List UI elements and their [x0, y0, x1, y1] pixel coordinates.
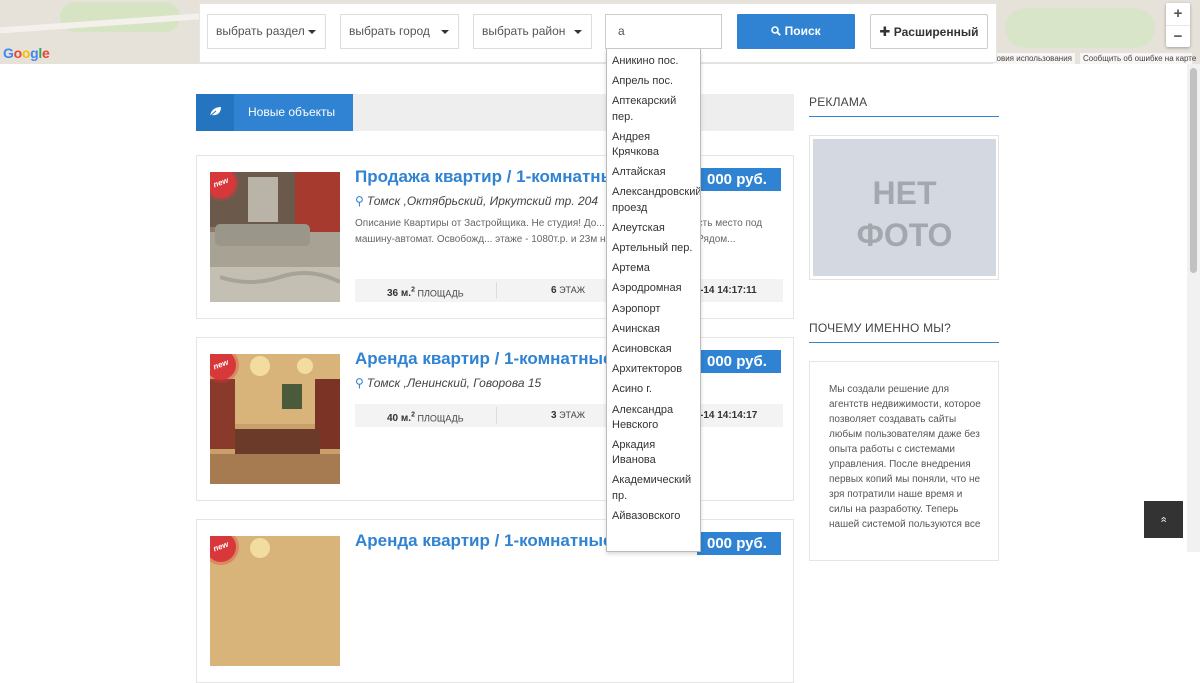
listing-price: 000 руб. [697, 168, 781, 191]
listing-stats: 40 м.2 ПЛОЩАДЬ 3 ЭТАЖ -14 14:14:17 [355, 404, 783, 427]
autocomplete-item[interactable]: Андрея Крячкова [612, 130, 700, 165]
autocomplete-item[interactable]: Александра Невского [612, 403, 700, 438]
autocomplete-item[interactable]: Артельный пер. [612, 241, 700, 261]
listing-card[interactable]: new Продажа квартир / 1-комнатные 000 ру… [196, 155, 794, 319]
stat-floor: 6 ЭТАЖ [551, 285, 586, 296]
autocomplete-item[interactable]: Алеутская [612, 221, 700, 241]
listing-photo[interactable]: new [210, 536, 340, 666]
autocomplete-item[interactable]: Асино г. [612, 382, 700, 402]
autocomplete-item[interactable]: Асиновская [612, 342, 700, 362]
tab-new-objects-label: Новые объекты [248, 105, 336, 119]
why-us-heading: ПОЧЕМУ ИМЕННО МЫ? [809, 321, 951, 335]
tab-new-objects[interactable]: Новые объекты [196, 94, 353, 131]
listing-address: ⚲ Томск ,Ленинский, Говорова 15 [355, 376, 542, 390]
stat-area: 36 м.2 ПЛОЩАДЬ [387, 287, 464, 300]
leaf-icon [196, 94, 234, 131]
autocomplete-item[interactable]: Айвазовского [612, 509, 700, 529]
city-select-value: выбрать город [349, 24, 430, 38]
stat-date: -14 14:17:11 [700, 285, 757, 296]
zoom-out-button[interactable]: − [1166, 25, 1190, 47]
listing-photo[interactable]: new [210, 172, 340, 302]
listing-tabs: Новые объекты [196, 94, 794, 131]
district-select-value: выбрать район [482, 24, 566, 38]
listing-card[interactable]: new Аренда квартир / 1-комнатные 000 руб… [196, 337, 794, 501]
listing-title[interactable]: Аренда квартир / 1-комнатные [355, 531, 612, 551]
autocomplete-item[interactable]: Артема [612, 261, 700, 281]
listing-title[interactable]: Аренда квартир / 1-комнатные [355, 349, 612, 369]
map-park [1005, 8, 1155, 48]
search-button[interactable]: Поиск [737, 14, 855, 49]
chevron-up-icon: « [1158, 516, 1170, 523]
stat-divider [496, 282, 497, 299]
autocomplete-item[interactable]: Александровский проезд [612, 185, 700, 220]
autocomplete-item[interactable]: Алтайская [612, 165, 700, 185]
section-select[interactable]: выбрать раздел [207, 14, 326, 49]
autocomplete-item[interactable]: Аэродромная [612, 281, 700, 301]
map-zoom-control: + − [1166, 3, 1190, 47]
street-autocomplete-list: Аникино пос. Апрель пос. Аптекарский пер. А… [606, 49, 701, 552]
autocomplete-item[interactable]: Аркадия Иванова [612, 438, 700, 473]
autocomplete-item[interactable]: Аэропорт [612, 302, 700, 322]
map-marker-icon: ⚲ [355, 376, 364, 390]
advanced-search-button[interactable]: ✚ Расширенный [870, 14, 988, 49]
back-to-top-button[interactable]: « [1144, 501, 1183, 538]
stat-floor: 3 ЭТАЖ [551, 410, 586, 421]
listing-photo[interactable]: new [210, 354, 340, 484]
heading-underline [809, 116, 999, 117]
autocomplete-item[interactable]: Апрель пос. [612, 74, 700, 94]
autocomplete-item[interactable]: Академический пр. [612, 473, 700, 508]
street-search-value: а [618, 24, 625, 38]
map-marker-icon: ⚲ [355, 194, 364, 208]
listing-address: ⚲ Томск ,Октябрьский, Иркутский тр. 204 [355, 194, 599, 208]
google-logo: Google [3, 45, 50, 61]
zoom-in-button[interactable]: + [1166, 3, 1190, 25]
street-search-input[interactable]: а [605, 14, 722, 49]
ad-banner[interactable]: НЕТ ФОТО [809, 135, 999, 280]
plus-icon: ✚ [879, 24, 891, 39]
search-panel: выбрать раздел выбрать город выбрать рай… [199, 3, 997, 63]
stat-area: 40 м.2 ПЛОЩАДЬ [387, 412, 464, 425]
chevron-down-icon [441, 30, 449, 34]
scrollbar-thumb[interactable] [1190, 68, 1197, 273]
city-select[interactable]: выбрать город [340, 14, 459, 49]
chevron-down-icon [574, 30, 582, 34]
map-terms-link[interactable]: Условия использования [993, 53, 1075, 64]
why-us-text: Мы создали решение для агентств недвижим… [829, 384, 981, 530]
advanced-search-label: Расширенный [893, 25, 979, 39]
why-us-box: Мы создали решение для агентств недвижим… [809, 361, 999, 561]
district-select[interactable]: выбрать район [473, 14, 592, 49]
listing-card[interactable]: new Аренда квартир / 1-комнатные 000 руб… [196, 519, 794, 683]
listing-description: Описание Квартиры от Застройщика. Не сту… [355, 218, 763, 245]
autocomplete-item[interactable]: Аникино пос. [612, 54, 700, 74]
stat-date: -14 14:14:17 [700, 410, 758, 421]
listing-price: 000 руб. [697, 350, 781, 373]
autocomplete-item[interactable]: Ачинская [612, 322, 700, 342]
autocomplete-item[interactable]: Аптекарский пер. [612, 94, 700, 129]
search-icon [771, 26, 782, 36]
stat-divider [496, 407, 497, 424]
heading-underline [809, 342, 999, 343]
ads-heading: РЕКЛАМА [809, 95, 868, 109]
no-photo-placeholder: НЕТ ФОТО [813, 139, 996, 276]
map-report-link[interactable]: Сообщить об ошибке на карте [1080, 53, 1196, 64]
section-select-value: выбрать раздел [216, 24, 305, 38]
search-button-label: Поиск [784, 24, 821, 38]
page-scrollbar[interactable] [1187, 64, 1200, 552]
listing-title[interactable]: Продажа квартир / 1-комнатные [355, 167, 625, 187]
autocomplete-item[interactable]: Архитекторов [612, 362, 700, 382]
listing-stats: 36 м.2 ПЛОЩАДЬ 6 ЭТАЖ -14 14:17:11 [355, 279, 783, 302]
chevron-down-icon [308, 30, 316, 34]
